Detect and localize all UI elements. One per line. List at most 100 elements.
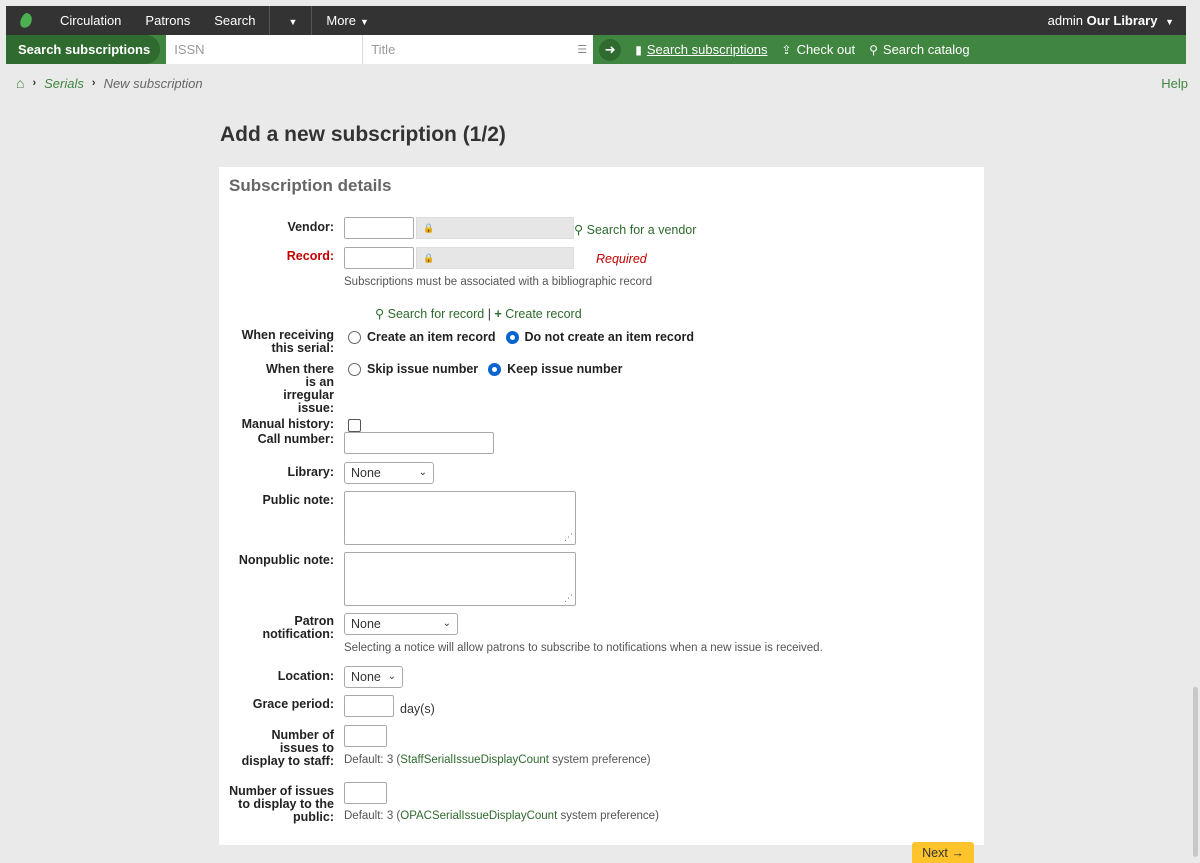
vendor-name-field: 🔒 bbox=[416, 217, 574, 239]
lock-icon: 🔒 bbox=[423, 223, 435, 233]
next-label: Next bbox=[922, 845, 948, 860]
library-select-value: None bbox=[351, 466, 381, 480]
subscription-details-panel: Subscription details Vendor: 🔒 ⚲ Search … bbox=[219, 167, 984, 845]
location-select[interactable]: None ⌄ bbox=[344, 666, 403, 688]
check-out-link[interactable]: ⇪ Check out bbox=[782, 42, 856, 57]
vendor-label: Vendor: bbox=[287, 220, 334, 234]
call-number-input[interactable] bbox=[344, 432, 494, 454]
nav-search[interactable]: Search bbox=[202, 13, 267, 28]
title-input[interactable]: Title bbox=[363, 35, 572, 64]
nav-patrons[interactable]: Patrons bbox=[133, 13, 202, 28]
create-record-link[interactable]: + Create record bbox=[494, 307, 581, 321]
public-pref-suffix: system preference) bbox=[557, 810, 659, 822]
irregular-label: When there is an irregular issue: bbox=[265, 362, 334, 415]
patron-notification-label: Patron notification: bbox=[262, 614, 334, 641]
manual-history-label: Manual history: bbox=[241, 417, 334, 431]
issn-input[interactable]: ISSN bbox=[166, 35, 364, 64]
resize-grip-icon[interactable]: ⋰ bbox=[564, 593, 573, 604]
scroll-thumb[interactable] bbox=[1193, 687, 1198, 857]
nonpublic-note-textarea[interactable]: ⋰ bbox=[344, 552, 576, 606]
record-hint: Subscriptions must be associated with a … bbox=[344, 276, 653, 288]
panel-title: Subscription details bbox=[229, 176, 392, 195]
irregular-options: Skip issue number Keep issue number bbox=[348, 362, 622, 376]
manual-history-checkbox[interactable] bbox=[348, 419, 361, 432]
record-id-input[interactable] bbox=[344, 247, 414, 269]
user-name: admin bbox=[1047, 13, 1084, 28]
search-icon: ⚲ bbox=[375, 307, 385, 321]
patron-notification-hint: Selecting a notice will allow patrons to… bbox=[344, 642, 823, 654]
create-record-label: Create record bbox=[505, 307, 582, 321]
call-number-label: Call number: bbox=[257, 432, 334, 446]
grace-period-input[interactable] bbox=[344, 695, 394, 717]
library-select[interactable]: None ⌄ bbox=[344, 462, 434, 484]
search-icon: ⚲ bbox=[574, 223, 584, 237]
public-issues-label: Number of issues to display to the publi… bbox=[229, 784, 334, 824]
record-required-text: Required bbox=[596, 252, 647, 266]
koha-logo-icon[interactable] bbox=[16, 11, 36, 31]
search-record-link[interactable]: ⚲ Search for record bbox=[375, 307, 484, 321]
nav-more-label: More bbox=[326, 13, 356, 28]
lock-icon: 🔒 bbox=[423, 253, 435, 263]
nav-circulation[interactable]: Circulation bbox=[48, 13, 133, 28]
public-note-label: Public note: bbox=[262, 493, 334, 507]
chevron-down-icon: ▼ bbox=[1165, 17, 1174, 27]
resize-grip-icon[interactable]: ⋰ bbox=[564, 532, 573, 543]
search-catalog-link-label: Search catalog bbox=[882, 42, 970, 57]
search-catalog-link[interactable]: ⚲ Search catalog bbox=[869, 42, 970, 57]
staff-pref-link[interactable]: StaffSerialIssueDisplayCount bbox=[400, 754, 549, 766]
patron-notification-select[interactable]: None ⌄ bbox=[344, 613, 458, 635]
help-link[interactable]: Help bbox=[1161, 76, 1188, 91]
radio-skip-issue[interactable] bbox=[348, 362, 361, 376]
staff-issues-input[interactable] bbox=[344, 725, 387, 747]
arrow-right-icon[interactable]: ➜ bbox=[599, 38, 622, 61]
title-placeholder: Title bbox=[371, 42, 396, 57]
no-item-label: Do not create an item record bbox=[524, 330, 695, 344]
chevron-down-icon: ⌄ bbox=[418, 467, 427, 478]
radio-no-item[interactable] bbox=[505, 330, 519, 344]
plus-icon: + bbox=[494, 307, 502, 321]
staff-issues-label: Number of issues to display to staff: bbox=[241, 728, 334, 768]
breadcrumb-current: New subscription bbox=[103, 75, 203, 91]
user-menu[interactable]: admin Our Library ▼ bbox=[1036, 13, 1186, 28]
link-separator: | bbox=[487, 307, 491, 321]
upload-icon: ⇪ bbox=[781, 42, 792, 57]
sliders-icon[interactable]: ☰ bbox=[571, 35, 594, 64]
public-note-textarea[interactable]: ⋰ bbox=[344, 491, 576, 545]
vendor-id-input[interactable] bbox=[344, 217, 414, 239]
next-button[interactable]: Next → bbox=[912, 842, 974, 863]
radio-keep-issue[interactable] bbox=[488, 362, 502, 376]
nav-more[interactable]: More ▼ bbox=[314, 13, 381, 28]
library-name: Our Library bbox=[1086, 13, 1158, 28]
search-subscriptions-link[interactable]: ▮ Search subscriptions bbox=[635, 43, 767, 57]
radio-create-item[interactable] bbox=[348, 330, 361, 344]
location-select-value: None bbox=[351, 670, 381, 684]
keep-issue-label: Keep issue number bbox=[507, 362, 623, 376]
search-vendor-link[interactable]: ⚲ Search for a vendor bbox=[574, 222, 696, 237]
chevron-down-icon: ▼ bbox=[288, 17, 298, 27]
arrow-right-icon: → bbox=[951, 845, 964, 860]
home-icon[interactable]: ⌂ bbox=[16, 75, 24, 91]
search-record-label: Search for record bbox=[387, 307, 485, 321]
grace-period-label: Grace period: bbox=[252, 697, 334, 711]
receiving-options: Create an item record Do not create an i… bbox=[348, 330, 694, 344]
chevron-down-icon: ▼ bbox=[359, 17, 369, 27]
search-subscriptions-link-label: Search subscriptions bbox=[646, 42, 768, 57]
search-icon: ⚲ bbox=[869, 42, 878, 57]
breadcrumb: ⌂ › Serials › New subscription bbox=[16, 75, 203, 91]
record-links: ⚲ Search for record | + Create record bbox=[375, 306, 582, 321]
check-out-link-label: Check out bbox=[796, 42, 856, 57]
public-issues-hint: Default: 3 (OPACSerialIssueDisplayCount … bbox=[344, 810, 659, 822]
page-title: Add a new subscription (1/2) bbox=[220, 123, 506, 146]
staff-issues-hint: Default: 3 (StaffSerialIssueDisplayCount… bbox=[344, 754, 651, 766]
nav-search-dropdown[interactable]: ▼ bbox=[272, 13, 309, 28]
nonpublic-note-label: Nonpublic note: bbox=[238, 553, 334, 567]
public-pref-link[interactable]: OPACSerialIssueDisplayCount bbox=[400, 810, 557, 822]
breadcrumb-serials[interactable]: Serials bbox=[44, 76, 84, 91]
staff-pref-suffix: system preference) bbox=[548, 754, 651, 766]
receiving-label: When receiving this serial: bbox=[241, 328, 334, 355]
record-title-field: 🔒 bbox=[416, 247, 574, 269]
book-icon: ▮ bbox=[635, 42, 642, 57]
public-issues-input[interactable] bbox=[344, 782, 387, 804]
search-subscriptions-tab[interactable]: Search subscriptions bbox=[6, 35, 161, 64]
page-scrollbar[interactable] bbox=[1188, 0, 1200, 863]
